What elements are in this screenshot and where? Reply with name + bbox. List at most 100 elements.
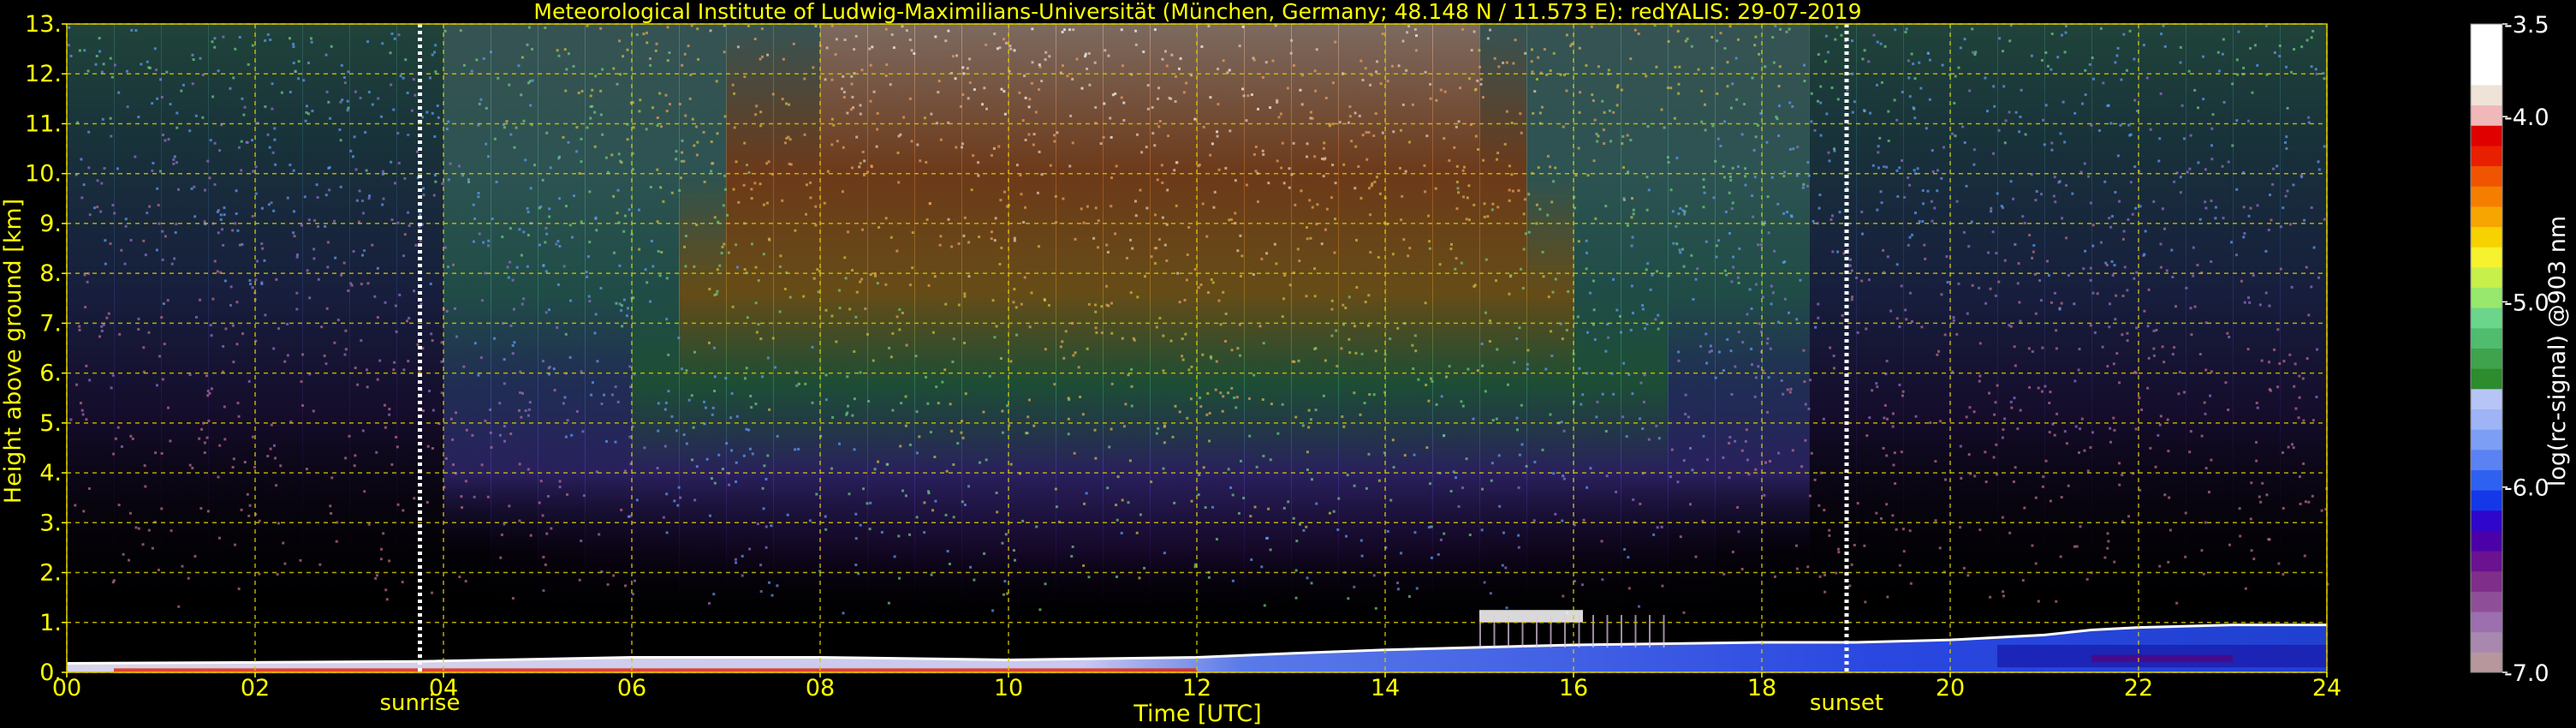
noise-speck [1541,448,1544,451]
noise-speck [461,174,465,177]
noise-speck [1381,33,1384,36]
noise-speck [713,481,717,485]
noise-speck [292,62,295,65]
noise-speck [2154,465,2157,468]
noise-speck [1813,478,1817,481]
noise-speck [1257,107,1260,110]
noise-speck [489,408,492,411]
noise-speck [2231,144,2234,147]
noise-speck [1012,301,1015,304]
noise-speck [771,337,775,340]
noise-speck [1511,189,1514,193]
noise-speck [2135,326,2139,330]
noise-speck [1252,273,1255,277]
noise-speck [451,463,455,467]
noise-speck [2073,111,2077,115]
noise-speck [260,242,264,246]
noise-speck [2186,170,2189,174]
noise-speck [1742,103,1746,106]
noise-speck [620,508,623,511]
noise-speck [931,509,935,512]
noise-speck [757,279,760,283]
noise-speck [2175,601,2179,605]
noise-speck [428,389,431,392]
noise-speck [1237,511,1240,515]
noise-speck [2084,69,2087,72]
noise-speck [864,307,867,311]
noise-speck [1269,458,1272,462]
noise-speck [2115,352,2119,355]
noise-speck [754,113,758,116]
noise-speck [2247,214,2251,218]
noise-speck [1496,206,1500,209]
noise-speck [2090,123,2093,127]
noise-speck [1510,121,1514,124]
noise-speck [1413,27,1417,31]
noise-speck [1359,413,1362,416]
noise-speck [1660,108,1663,111]
noise-speck [1750,347,1753,350]
noise-speck [1719,144,1722,147]
noise-speck [691,458,694,462]
noise-speck [198,437,201,440]
noise-speck [639,98,642,102]
noise-speck [2143,309,2146,313]
noise-speck [1293,360,1296,363]
noise-speck [1286,87,1289,90]
noise-speck [1030,291,1033,295]
noise-speck [1311,206,1314,209]
noise-speck [1632,498,1635,501]
noise-speck [325,90,329,93]
noise-speck [377,97,380,100]
noise-speck [2299,174,2303,177]
noise-speck [1730,393,1734,397]
noise-speck [1306,142,1309,146]
noise-speck [1483,581,1486,584]
noise-speck [347,289,350,293]
noise-speck [360,283,363,286]
noise-speck [1722,572,1726,576]
noise-speck [1788,27,1791,31]
noise-speck [2031,544,2034,547]
noise-speck [2097,128,2101,132]
noise-speck [1087,302,1091,306]
noise-speck [2258,495,2261,498]
noise-speck [2014,110,2018,114]
noise-speck [2180,104,2184,107]
noise-speck [2299,502,2302,505]
noise-speck [465,428,468,432]
noise-speck [1175,204,1178,207]
noise-speck [825,46,829,50]
noise-speck [841,190,844,194]
signal-column [1291,24,1339,624]
noise-speck [876,282,879,285]
noise-speck [1955,200,1959,203]
noise-speck [432,194,436,197]
noise-speck [1681,248,1685,251]
noise-speck [163,343,166,346]
noise-speck [1729,178,1733,182]
noise-speck [1561,337,1564,341]
noise-speck [1643,327,1646,331]
noise-speck [695,465,699,468]
noise-speck [992,146,996,150]
noise-speck [1533,460,1537,463]
noise-speck [1139,513,1142,516]
noise-speck [98,50,102,53]
noise-speck [1100,331,1104,335]
noise-speck [498,402,502,405]
noise-speck [282,541,285,545]
noise-speck [1415,34,1419,38]
noise-speck [2032,250,2035,254]
noise-speck [762,203,765,206]
noise-speck [1920,325,1924,329]
noise-speck [2083,449,2086,452]
noise-speck [1198,164,1201,167]
noise-speck [2093,331,2097,334]
noise-speck [999,199,1002,202]
noise-speck [733,126,736,129]
noise-speck [134,526,138,529]
noise-speck [354,168,358,171]
noise-speck [850,82,854,86]
noise-speck [1554,512,1557,516]
